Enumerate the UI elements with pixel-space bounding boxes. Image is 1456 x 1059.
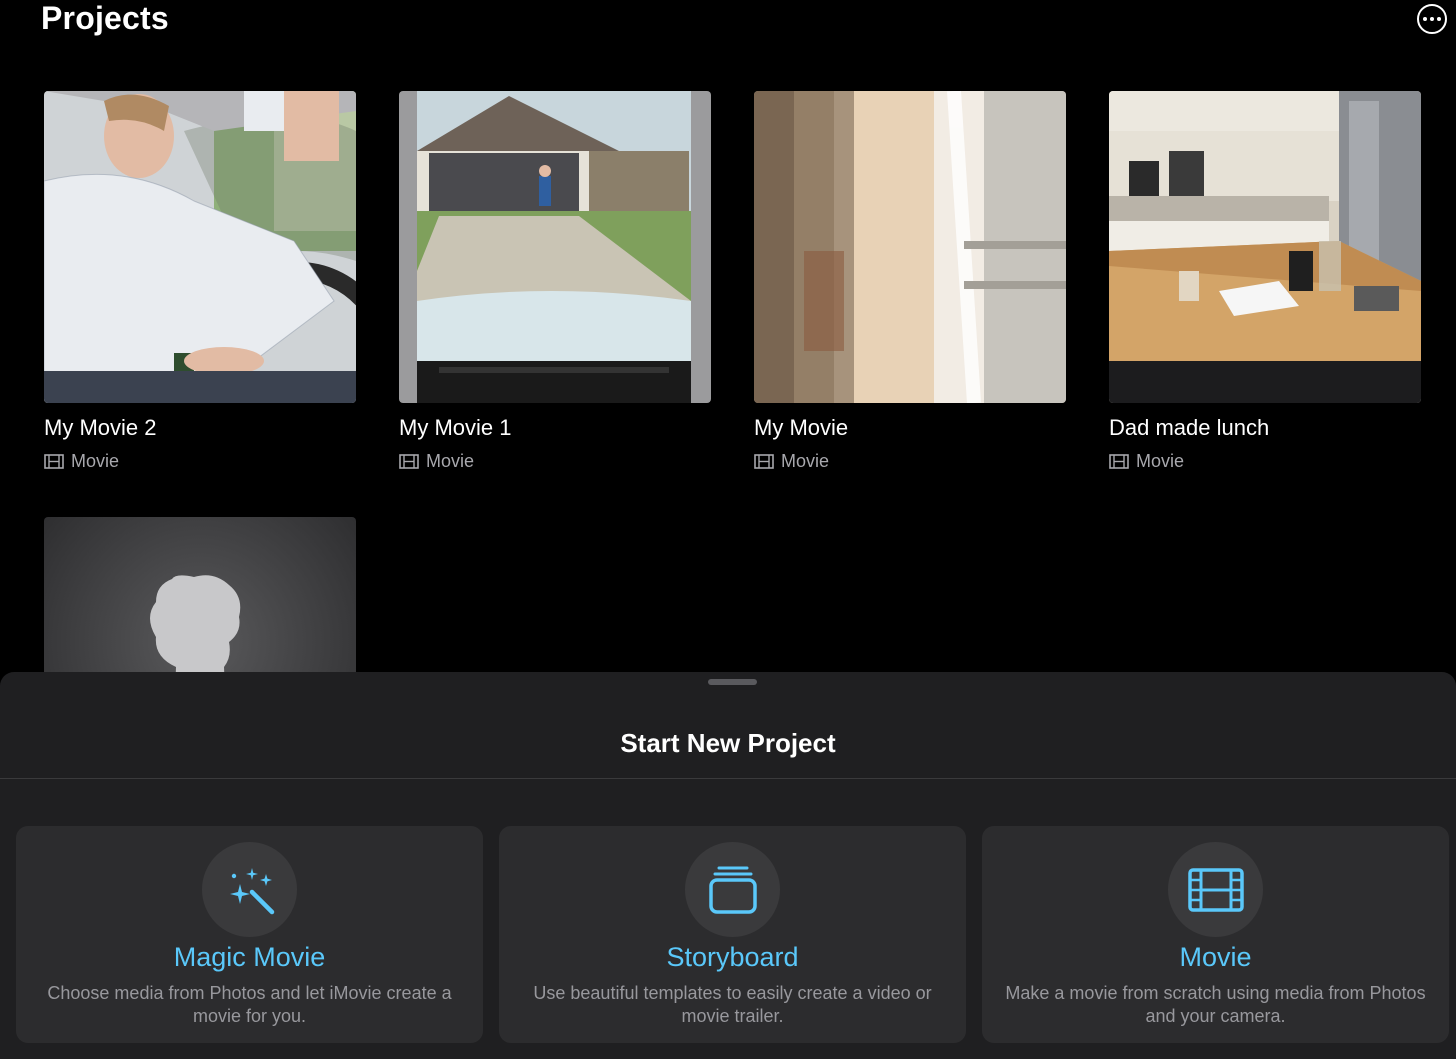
film-icon [1109, 454, 1129, 469]
option-description: Use beautiful templates to easily create… [533, 983, 932, 1026]
sheet-divider [0, 778, 1456, 779]
film-strip-icon-glyph [1187, 867, 1244, 912]
project-thumbnail [754, 91, 1066, 403]
project-type-label: Movie [781, 451, 830, 471]
magic-wand-icon [202, 842, 297, 937]
sheet-grabber[interactable] [708, 679, 757, 685]
storyboard-stack-icon [685, 842, 780, 937]
project-type: Movie [1109, 451, 1421, 472]
project-type-label: Movie [71, 451, 120, 471]
option-title: Magic Movie [173, 942, 326, 972]
film-strip-icon [1168, 842, 1263, 937]
more-dot [1430, 17, 1434, 21]
project-name: My Movie 2 [44, 415, 157, 440]
more-dot [1423, 17, 1427, 21]
project-type-label: Movie [426, 451, 475, 471]
project-card-my-movie-2[interactable]: My Movie 2 Movie [44, 91, 356, 472]
option-description: Choose media from Photos and let iMovie … [47, 983, 452, 1026]
sheet-title: Start New Project [620, 728, 836, 758]
option-title: Storyboard [666, 942, 799, 972]
film-icon [754, 454, 774, 469]
film-icon [44, 454, 64, 469]
project-card-dad-made-lunch[interactable]: Dad made lunch Movie [1109, 91, 1421, 472]
project-thumbnail [1109, 91, 1421, 403]
project-name: Dad made lunch [1109, 415, 1270, 440]
project-type-label: Movie [1136, 451, 1185, 471]
project-name: My Movie 1 [399, 415, 512, 440]
project-thumbnail [399, 91, 711, 403]
project-thumbnail [44, 91, 356, 403]
project-name: My Movie [754, 415, 849, 440]
project-type: Movie [44, 451, 356, 472]
magic-movie-option[interactable]: Magic Movie Choose media from Photos and… [16, 826, 483, 1043]
film-icon [399, 454, 419, 469]
more-options-button[interactable] [1417, 4, 1447, 34]
option-description: Make a movie from scratch using media fr… [1005, 983, 1426, 1026]
option-title: Movie [1179, 942, 1252, 972]
more-dot [1437, 17, 1441, 21]
project-card-my-movie[interactable]: My Movie Movie [754, 91, 1066, 472]
storyboard-stack-icon-glyph [708, 866, 757, 914]
project-type: Movie [399, 451, 711, 472]
project-card-my-movie-1[interactable]: My Movie 1 Movie [399, 91, 711, 472]
new-project-sheet: Start New Project Magic Movie Choose med… [0, 672, 1456, 1059]
storyboard-option[interactable]: Storyboard Use beautiful templates to ea… [499, 826, 966, 1043]
movie-option[interactable]: Movie Make a movie from scratch using me… [982, 826, 1449, 1043]
project-type: Movie [754, 451, 1066, 472]
page-title: Projects [41, 0, 169, 36]
magic-wand-icon-glyph [229, 867, 274, 914]
